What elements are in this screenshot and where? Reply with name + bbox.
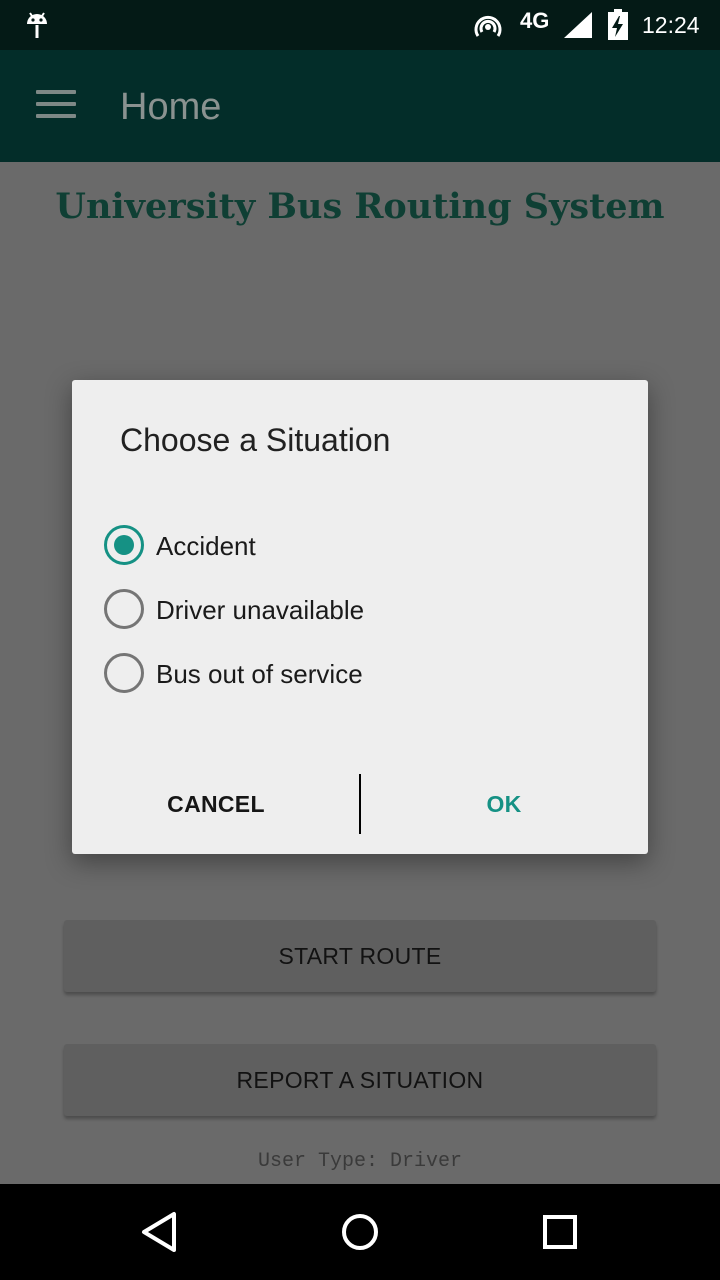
network-type-label: 4G xyxy=(520,8,550,33)
back-triangle-icon[interactable] xyxy=(136,1208,184,1256)
app-bar: Home xyxy=(0,50,720,162)
report-situation-button[interactable]: REPORT A SITUATION xyxy=(64,1044,656,1116)
user-type-text: User Type: Driver xyxy=(257,1150,463,1173)
hotspot-icon xyxy=(474,15,502,37)
option-label: Accident xyxy=(156,531,256,561)
option-bus-out-of-service[interactable]: Bus out of service xyxy=(104,645,604,701)
button-divider xyxy=(359,774,361,834)
battery-charging-icon xyxy=(608,9,628,40)
system-nav-bar xyxy=(0,1184,720,1280)
recents-square-icon[interactable] xyxy=(536,1208,584,1256)
ok-button[interactable]: OK xyxy=(394,774,614,834)
radio-button-checked[interactable] xyxy=(104,525,144,565)
situation-dialog: Choose a Situation Accident Driver unava… xyxy=(72,380,648,854)
option-label: Driver unavailable xyxy=(156,595,365,625)
page-heading: University Bus Routing System xyxy=(55,186,665,227)
option-driver-unavailable[interactable]: Driver unavailable xyxy=(104,581,604,637)
dialog-title: Choose a Situation xyxy=(120,422,391,458)
home-circle-icon[interactable] xyxy=(336,1208,384,1256)
signal-icon xyxy=(564,12,592,38)
radio-button[interactable] xyxy=(104,589,144,629)
hamburger-menu-icon[interactable] xyxy=(36,90,76,122)
option-accident[interactable]: Accident xyxy=(104,517,604,573)
status-bar: 4G 12:24 xyxy=(0,0,720,50)
clock: 12:24 xyxy=(642,12,700,38)
start-route-button[interactable]: START ROUTE xyxy=(64,920,656,992)
app-bar-title: Home xyxy=(120,86,222,128)
cancel-button[interactable]: CANCEL xyxy=(106,774,326,834)
android-debug-icon xyxy=(27,12,47,38)
radio-button[interactable] xyxy=(104,653,144,693)
option-label: Bus out of service xyxy=(156,659,363,689)
